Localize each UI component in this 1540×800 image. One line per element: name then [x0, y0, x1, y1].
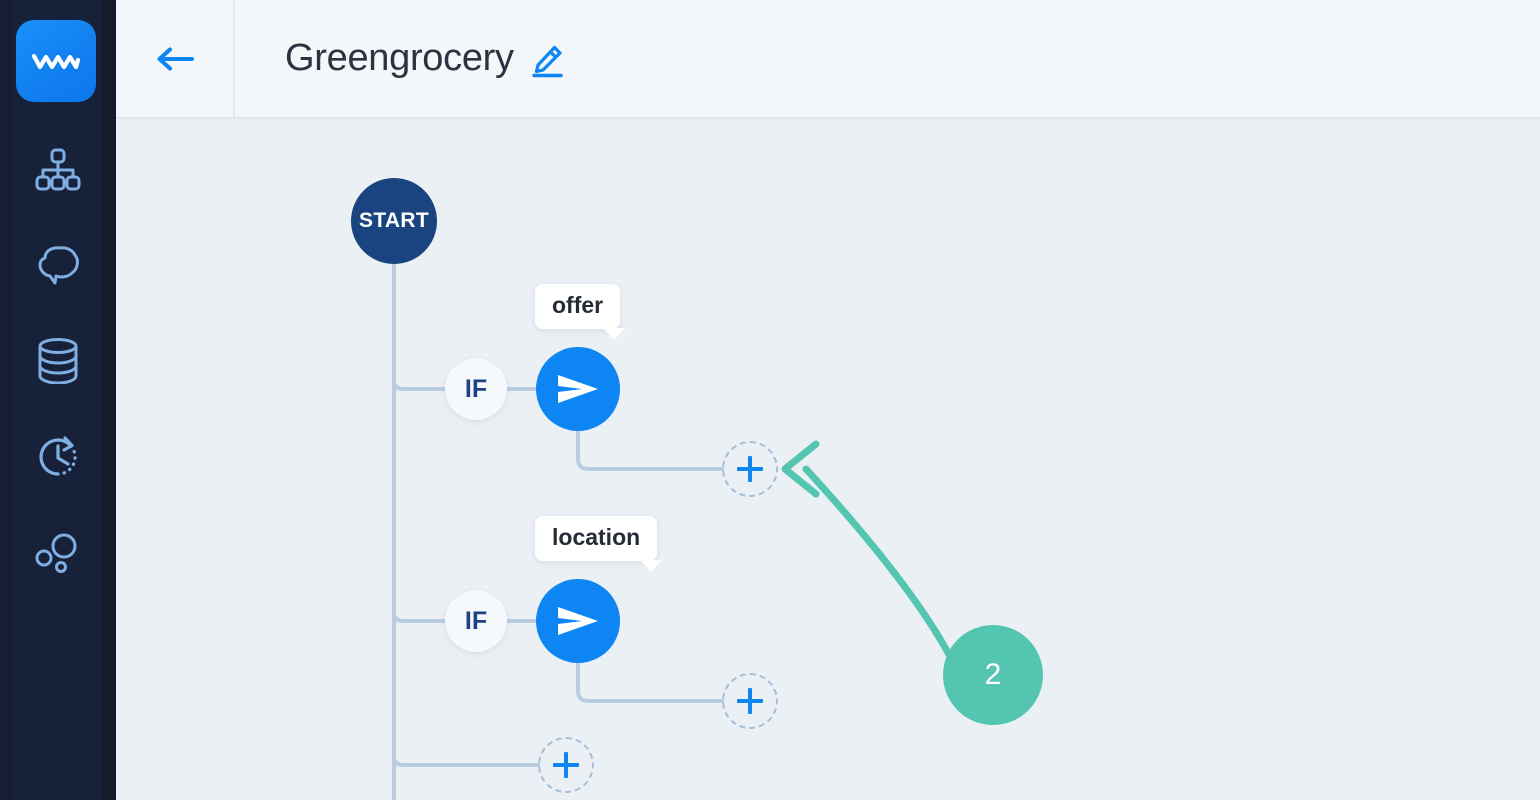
app-logo[interactable] — [16, 20, 96, 102]
plus-icon — [737, 688, 763, 714]
node-if-2[interactable]: IF — [445, 590, 507, 652]
node-add-step-3[interactable] — [538, 737, 594, 793]
title-zone: Greengrocery — [235, 37, 564, 80]
bubbles-icon — [35, 533, 77, 573]
sidebar-item-intelligence[interactable] — [24, 232, 92, 300]
send-plane-icon — [558, 607, 598, 635]
brain-icon — [38, 246, 79, 285]
zigzag-logo-icon — [32, 53, 80, 70]
drag-arrow — [781, 440, 958, 668]
sidebar-item-data[interactable] — [24, 327, 92, 395]
send-plane-icon — [558, 375, 598, 403]
pencil-edit-icon — [532, 45, 563, 77]
flow-connectors — [392, 262, 958, 800]
back-button[interactable] — [116, 0, 235, 117]
flow-canvas[interactable]: START IF offer IF location 2 — [116, 119, 1540, 800]
node-if-2-label: IF — [464, 606, 488, 635]
tooltip-location: location — [535, 516, 663, 572]
node-add-step-1[interactable] — [722, 441, 778, 497]
sitemap-icon — [35, 148, 81, 191]
page-header: Greengrocery — [116, 0, 1540, 119]
drag-handle-count: 2 — [984, 658, 1002, 691]
sidebar-item-flows[interactable] — [24, 136, 92, 204]
main-area: Greengrocery START IF offer IF location … — [116, 0, 1540, 800]
arrow-left-icon — [157, 47, 194, 70]
wire-send1-to-plus1 — [576, 429, 724, 471]
node-if-1[interactable]: IF — [445, 358, 507, 420]
edit-title-button[interactable] — [530, 44, 564, 78]
left-sidebar — [0, 0, 116, 800]
tooltip-offer-text: offer — [552, 292, 604, 318]
wire-trunk-to-plus3 — [392, 755, 540, 767]
sidebar-item-segments[interactable] — [24, 519, 92, 587]
wire-trunk-to-if1 — [392, 379, 447, 391]
node-send-offer[interactable] — [536, 347, 620, 431]
page-title: Greengrocery — [285, 37, 514, 79]
clock-history-icon — [39, 436, 77, 476]
sidebar-item-history[interactable] — [24, 423, 92, 491]
plus-icon — [737, 456, 763, 482]
plus-icon — [553, 752, 579, 778]
node-send-location[interactable] — [536, 579, 620, 663]
tooltip-location-text: location — [552, 524, 641, 550]
node-start[interactable]: START — [351, 178, 437, 264]
wire-trunk-to-if2 — [392, 611, 447, 623]
node-if-1-label: IF — [464, 374, 488, 403]
tooltip-offer: offer — [535, 284, 626, 340]
drag-handle-badge[interactable]: 2 — [943, 625, 1043, 725]
wire-send2-to-plus2 — [576, 661, 724, 703]
app-root: Greengrocery START IF offer IF location … — [0, 0, 1540, 800]
node-start-label: START — [359, 209, 429, 232]
database-icon — [38, 338, 78, 384]
node-add-step-2[interactable] — [722, 673, 778, 729]
